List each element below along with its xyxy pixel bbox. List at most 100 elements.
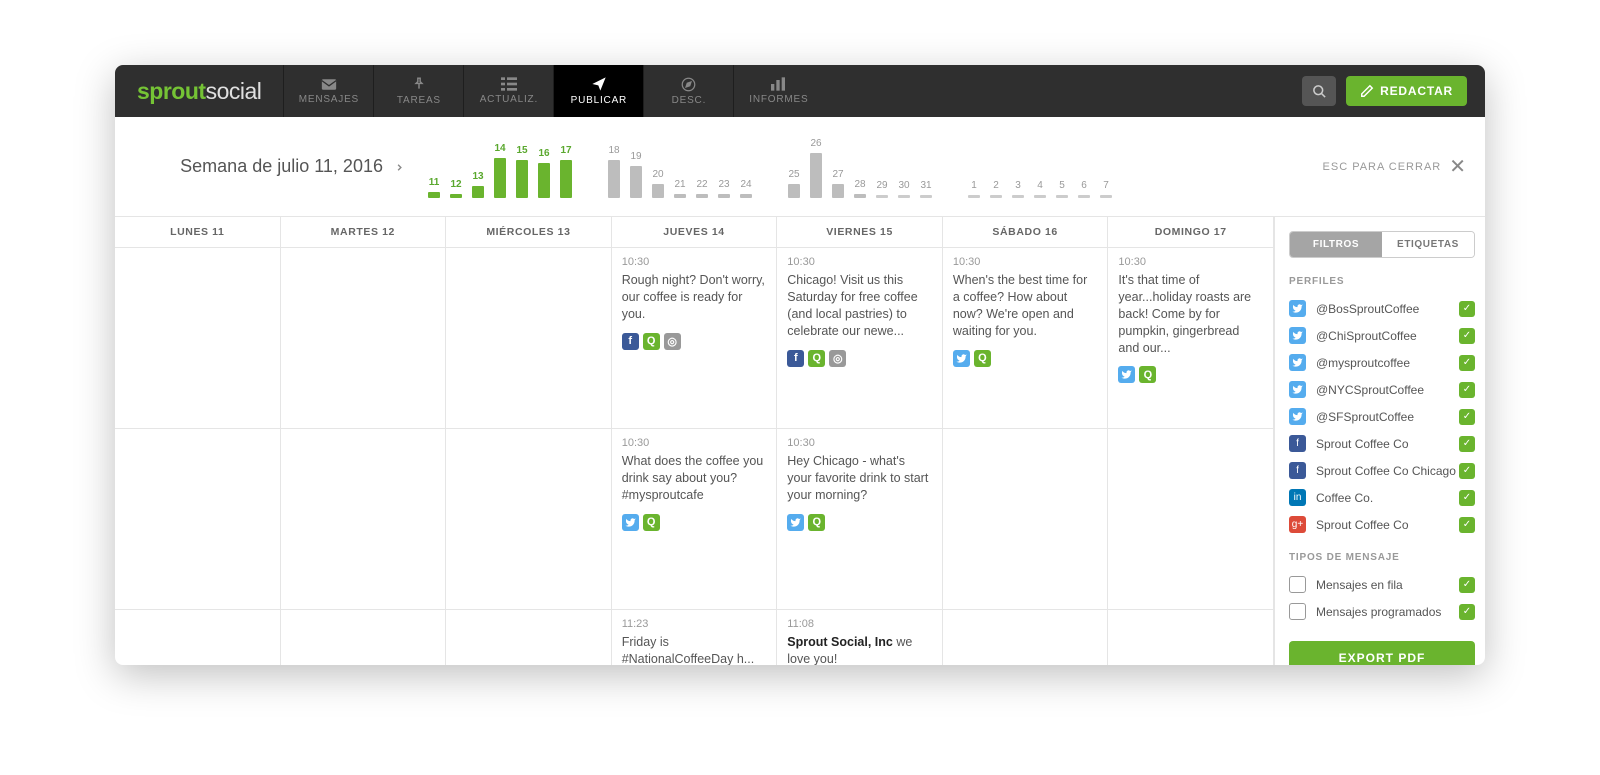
profile-item[interactable]: @mysproutcoffee ✓ [1289,349,1475,376]
profile-item[interactable]: f Sprout Coffee Co Chicago ✓ [1289,457,1475,484]
calendar-cell[interactable]: 11:23 Friday is #NationalCoffeeDay h... [612,610,778,665]
checkbox-checked-icon[interactable]: ✓ [1459,604,1475,620]
mini-bar-day-12[interactable]: 12 [447,179,465,198]
mini-bar-day-28[interactable]: 28 [851,179,869,198]
calendar-cell[interactable]: 10:30 It's that time of year...holiday r… [1108,248,1274,428]
export-pdf-button[interactable]: EXPORT PDF [1289,641,1475,665]
nav-mensajes[interactable]: MENSAJES [283,65,373,117]
tw-icon [1289,327,1306,344]
calendar-cell[interactable] [281,248,447,428]
types-heading: TIPOS DE MENSAJE [1289,552,1475,563]
checkbox-checked-icon[interactable]: ✓ [1459,355,1475,371]
mini-bar-day-4[interactable]: 4 [1031,180,1049,198]
calendar-cell[interactable] [943,610,1109,665]
calendar-cell[interactable] [1108,429,1274,609]
mini-bar-day-24[interactable]: 24 [737,179,755,198]
mini-bar-day-16[interactable]: 16 [535,148,553,198]
mini-bar-day-21[interactable]: 21 [671,179,689,198]
profile-item[interactable]: in Coffee Co. ✓ [1289,484,1475,511]
mini-bar-day-22[interactable]: 22 [693,179,711,198]
calendar-cell[interactable]: 10:30 Chicago! Visit us this Saturday fo… [777,248,943,428]
calendar-cell[interactable]: 10:30 Rough night? Don't worry, our coff… [612,248,778,428]
compose-button[interactable]: REDACTAR [1346,76,1467,106]
calendar-cell[interactable] [943,429,1109,609]
calendar-cell[interactable] [1108,610,1274,665]
mini-bar-day-2[interactable]: 2 [987,180,1005,198]
mini-bar-day-31[interactable]: 31 [917,180,935,198]
post-time: 10:30 [787,256,932,268]
checkbox-checked-icon[interactable]: ✓ [1459,301,1475,317]
calendar-cell[interactable] [115,248,281,428]
profile-item[interactable]: @BosSproutCoffee ✓ [1289,295,1475,322]
close-button[interactable]: ESC PARA CERRAR ✕ [1323,154,1467,179]
mini-bar-day-19[interactable]: 19 [627,151,645,198]
mini-bar-day-18[interactable]: 18 [605,145,623,198]
mini-bar-day-15[interactable]: 15 [513,145,531,198]
calendar-row: 10:30 Rough night? Don't worry, our coff… [115,248,1274,429]
nav-publicar[interactable]: PUBLICAR [553,65,643,117]
mini-bar-day-7[interactable]: 7 [1097,180,1115,198]
calendar-cell[interactable] [281,610,447,665]
mini-bar-day-1[interactable]: 1 [965,180,983,198]
mini-bar-day-30[interactable]: 30 [895,180,913,198]
nav-desc[interactable]: DESC. [643,65,733,117]
calendar-cell[interactable]: 11:08 Sprout Social, Inc we love you! [777,610,943,665]
mini-bar-day-27[interactable]: 27 [829,169,847,198]
msgtype-item[interactable]: Q Mensajes en fila ✓ [1289,571,1475,598]
calendar-cell[interactable]: 10:30 What does the coffee you drink say… [612,429,778,609]
fb-icon: f [1289,462,1306,479]
mini-bar-day-11[interactable]: 11 [425,177,443,198]
profile-item[interactable]: @NYCSproutCoffee ✓ [1289,376,1475,403]
profile-item[interactable]: g+ Sprout Coffee Co ✓ [1289,511,1475,538]
mini-bar-day-13[interactable]: 13 [469,171,487,198]
calendar-cell[interactable]: 10:30 When's the best time for a coffee?… [943,248,1109,428]
checkbox-checked-icon[interactable]: ✓ [1459,463,1475,479]
checkbox-checked-icon[interactable]: ✓ [1459,382,1475,398]
qq-icon: Q [974,350,991,367]
nav-informes[interactable]: INFORMES [733,65,823,117]
checkbox-checked-icon[interactable]: ✓ [1459,328,1475,344]
profile-item[interactable]: @ChiSproutCoffee ✓ [1289,322,1475,349]
calendar-cell[interactable] [115,610,281,665]
search-button[interactable] [1302,76,1336,106]
calendar-cell[interactable] [446,610,612,665]
mini-bar-day-17[interactable]: 17 [557,145,575,198]
brand-part2: social [206,78,262,105]
calendar-cell[interactable] [446,429,612,609]
checkbox-checked-icon[interactable]: ✓ [1459,436,1475,452]
tab-etiquetas[interactable]: ETIQUETAS [1382,232,1474,257]
calendar[interactable]: LUNES 11MARTES 12MIÉRCOLES 13JUEVES 14VI… [115,217,1274,665]
checkbox-checked-icon[interactable]: ✓ [1459,577,1475,593]
post-time: 10:30 [953,256,1098,268]
calendar-cell[interactable]: 10:30 Hey Chicago - what's your favorite… [777,429,943,609]
mini-bar-day-25[interactable]: 25 [785,169,803,198]
tw-icon [1289,408,1306,425]
msgtype-item[interactable]: 31 Mensajes programados ✓ [1289,598,1475,625]
mini-bar-day-5[interactable]: 5 [1053,180,1071,198]
mini-bar-day-20[interactable]: 20 [649,169,667,198]
profile-item[interactable]: @SFSproutCoffee ✓ [1289,403,1475,430]
mini-bar-day-3[interactable]: 3 [1009,180,1027,198]
pin-icon [412,76,426,92]
fb-icon: f [787,350,804,367]
calendar-cell[interactable] [115,429,281,609]
nav-actualiz[interactable]: ACTUALIZ. [463,65,553,117]
calendar-cell[interactable] [281,429,447,609]
qq-icon: Q [643,514,660,531]
mini-bar-day-26[interactable]: 26 [807,138,825,198]
calendar-cell[interactable] [446,248,612,428]
week-title[interactable]: Semana de julio 11, 2016 [115,156,425,178]
tab-filtros[interactable]: FILTROS [1290,232,1382,257]
checkbox-checked-icon[interactable]: ✓ [1459,409,1475,425]
mini-bar-day-14[interactable]: 14 [491,143,509,198]
mini-bar-day-6[interactable]: 6 [1075,180,1093,198]
post-network-icons: Q [622,514,767,531]
mini-bar-day-29[interactable]: 29 [873,180,891,198]
send-icon [591,76,607,92]
checkbox-checked-icon[interactable]: ✓ [1459,490,1475,506]
mini-bar-day-23[interactable]: 23 [715,179,733,198]
profile-item[interactable]: f Sprout Coffee Co ✓ [1289,430,1475,457]
checkbox-checked-icon[interactable]: ✓ [1459,517,1475,533]
subheader: Semana de julio 11, 2016 111213141516171… [115,117,1485,217]
nav-tareas[interactable]: TAREAS [373,65,463,117]
